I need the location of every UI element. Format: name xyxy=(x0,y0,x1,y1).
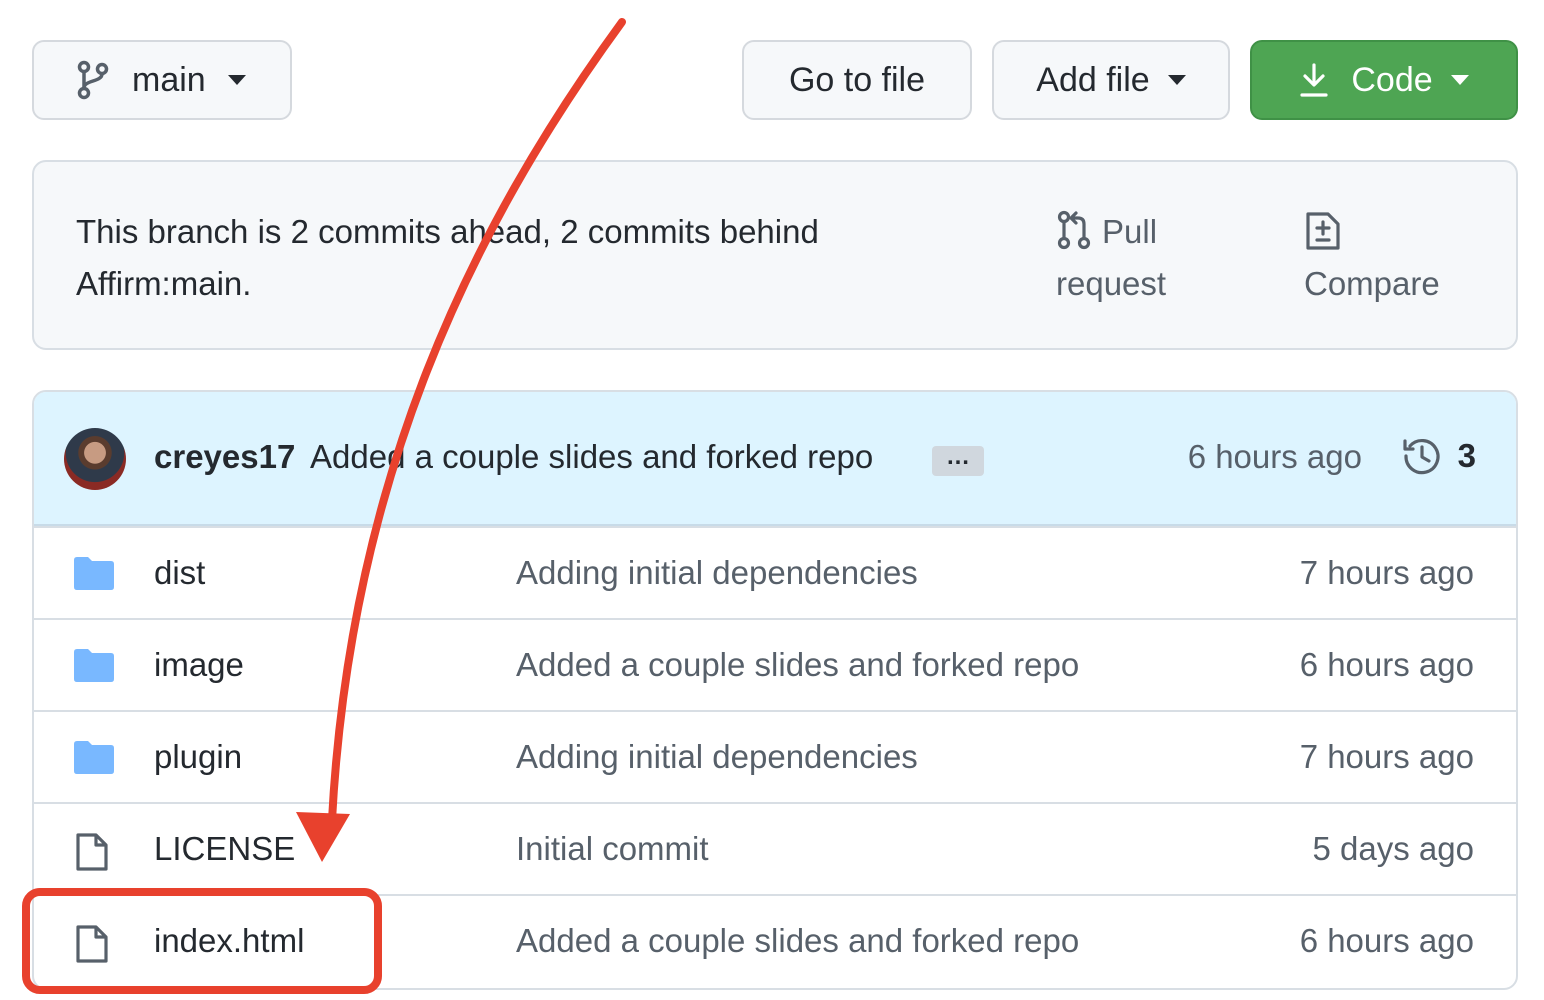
commit-message[interactable]: Added a couple slides and forked repo xyxy=(310,438,873,476)
chevron-down-icon xyxy=(1167,75,1186,85)
branch-status-message: This branch is 2 commits ahead, 2 commit… xyxy=(76,213,819,302)
go-to-file-label: Go to file xyxy=(788,60,926,99)
file-diff-icon xyxy=(1304,206,1474,258)
file-time: 7 hours ago xyxy=(1299,554,1474,591)
code-button[interactable]: Code xyxy=(1250,40,1518,120)
expand-commit-button[interactable]: … xyxy=(932,445,984,476)
branch-label: main xyxy=(132,60,206,99)
file-time: 5 days ago xyxy=(1312,830,1474,867)
git-branch-icon xyxy=(76,60,110,100)
add-file-label: Add file xyxy=(1036,60,1150,99)
file-commit-message[interactable]: Initial commit xyxy=(516,830,709,868)
file-commit-message[interactable]: Added a couple slides and forked repo xyxy=(516,922,1079,960)
file-name[interactable]: dist xyxy=(154,554,205,592)
file-time: 6 hours ago xyxy=(1299,646,1474,683)
add-file-button[interactable]: Add file xyxy=(992,40,1230,120)
branch-status-box: This branch is 2 commits ahead, 2 commit… xyxy=(32,160,1518,350)
latest-commit-bar: creyes17 Added a couple slides and forke… xyxy=(34,392,1516,526)
code-label: Code xyxy=(1351,60,1433,99)
folder-icon xyxy=(74,648,114,682)
table-row[interactable]: LICENSE Initial commit 5 days ago xyxy=(34,802,1516,894)
pull-request-icon xyxy=(1056,210,1092,250)
file-icon xyxy=(74,832,110,872)
commit-time: 6 hours ago xyxy=(1187,438,1362,475)
chevron-down-icon xyxy=(1450,75,1469,85)
file-commit-message[interactable]: Adding initial dependencies xyxy=(516,554,918,592)
file-name[interactable]: image xyxy=(154,646,244,684)
table-row[interactable]: plugin Adding initial dependencies 7 hou… xyxy=(34,710,1516,802)
file-commit-message[interactable]: Added a couple slides and forked repo xyxy=(516,646,1079,684)
file-time: 6 hours ago xyxy=(1299,922,1474,959)
folder-icon xyxy=(74,740,114,774)
chevron-down-icon xyxy=(227,75,246,85)
commit-count: 3 xyxy=(1457,437,1476,474)
folder-icon xyxy=(74,556,114,590)
history-icon xyxy=(1402,436,1442,476)
go-to-file-button[interactable]: Go to file xyxy=(742,40,972,120)
file-name[interactable]: plugin xyxy=(154,738,242,776)
commit-history-link[interactable]: 3 xyxy=(1402,436,1476,476)
annotation-highlight-box xyxy=(22,888,382,994)
table-row[interactable]: image Added a couple slides and forked r… xyxy=(34,618,1516,710)
commit-author[interactable]: creyes17 xyxy=(154,438,295,476)
file-name[interactable]: LICENSE xyxy=(154,830,295,868)
compare-label: Compare xyxy=(1304,265,1440,302)
avatar[interactable] xyxy=(64,428,126,490)
compare-link[interactable]: Compare xyxy=(1304,206,1474,310)
file-commit-message[interactable]: Adding initial dependencies xyxy=(516,738,918,776)
table-row[interactable]: dist Adding initial dependencies 7 hours… xyxy=(34,526,1516,618)
pull-request-link[interactable]: Pull request xyxy=(1056,206,1206,310)
branch-select-button[interactable]: main xyxy=(32,40,292,120)
download-icon xyxy=(1299,62,1329,98)
file-time: 7 hours ago xyxy=(1299,738,1474,775)
